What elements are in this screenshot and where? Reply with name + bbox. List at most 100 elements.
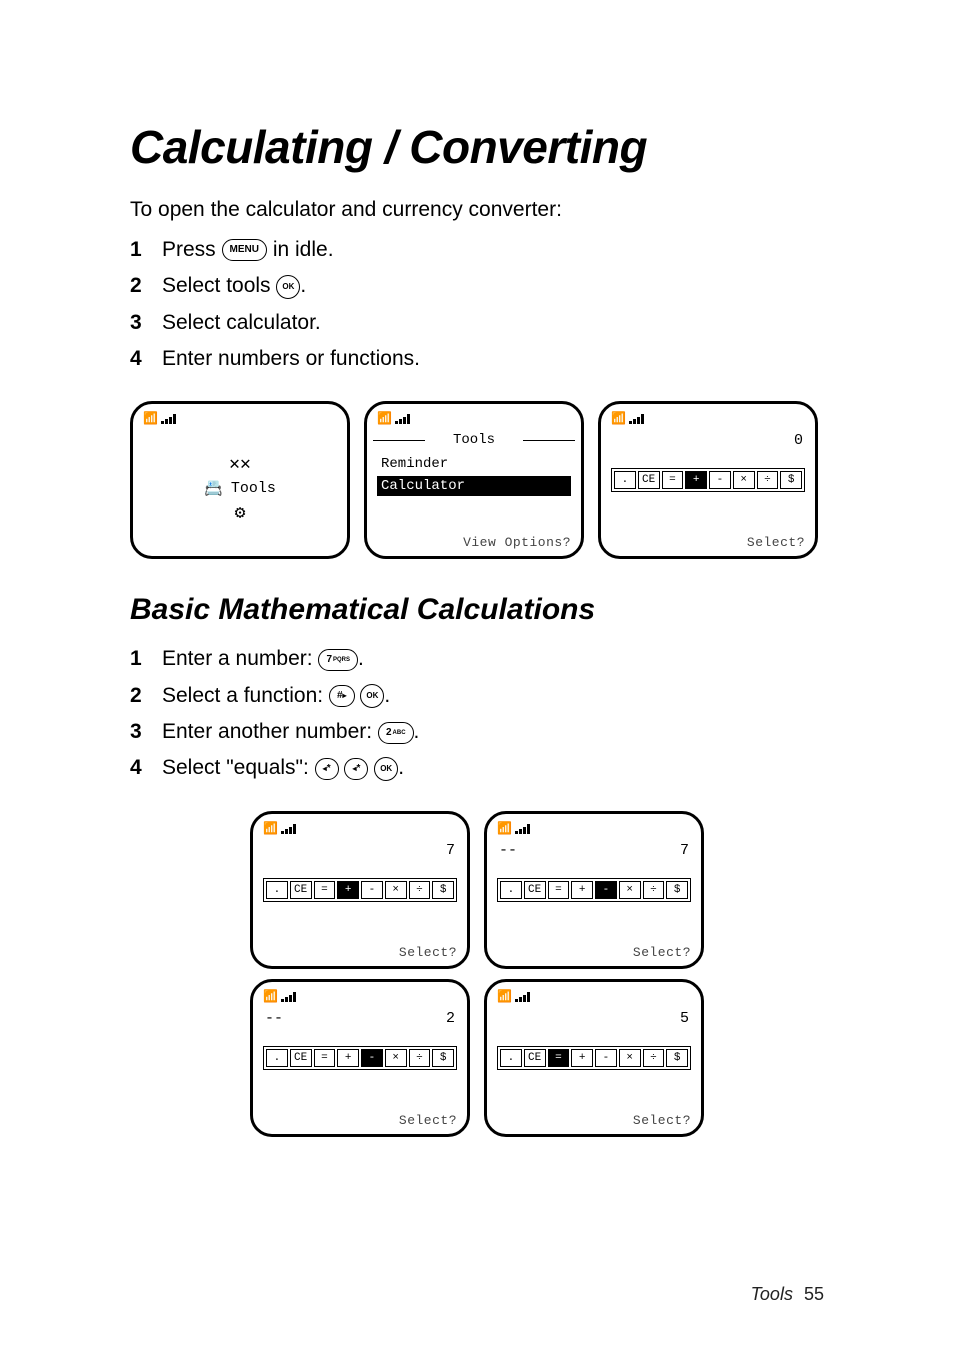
- bstep-3-text: Enter another number:: [162, 720, 372, 743]
- calc-func--: -: [361, 881, 383, 899]
- tools-frame-title: Tools: [377, 432, 571, 448]
- key-7-icon: 7PQRS: [318, 649, 358, 671]
- calc-func-=: =: [314, 881, 336, 899]
- signal-bars-icon: [515, 824, 530, 834]
- step-1-text-a: Press: [162, 238, 216, 261]
- softkey-select: Select?: [263, 1113, 457, 1128]
- step-3: Select calculator.: [130, 309, 824, 337]
- calc-op: --: [265, 1010, 285, 1027]
- softkey-view-options: View Options?: [377, 535, 571, 550]
- bstep-4-text: Select "equals":: [162, 756, 309, 779]
- calc-func-currency: $: [432, 1049, 454, 1067]
- intro-text: To open the calculator and currency conv…: [130, 198, 824, 222]
- softkey-select: Select?: [497, 945, 691, 960]
- calc-func-.: .: [500, 1049, 522, 1067]
- bstep-4: Select "equals": ◂* ◂* OK.: [130, 754, 824, 782]
- step-1-text-b: in idle.: [273, 238, 334, 261]
- calc-func-=: =: [548, 1049, 570, 1067]
- calc-func-÷: ÷: [643, 1049, 665, 1067]
- step-2-text-a: Select tools: [162, 274, 271, 297]
- signal-antenna-icon: 📶: [263, 991, 278, 1003]
- status-bar: 📶: [143, 412, 337, 426]
- calc-func-÷: ÷: [643, 881, 665, 899]
- calc-func-÷: ÷: [409, 1049, 431, 1067]
- calc-func-.: .: [266, 881, 288, 899]
- calc-value: 2: [285, 1010, 455, 1027]
- step-4: Enter numbers or functions.: [130, 345, 824, 373]
- calc-func--: -: [595, 1049, 617, 1067]
- signal-antenna-icon: 📶: [143, 413, 158, 425]
- menu-item-calculator: Calculator: [377, 476, 571, 496]
- calc-func--: -: [361, 1049, 383, 1067]
- screen-tools-list: 📶 Tools Reminder Calculator View Options…: [364, 401, 584, 559]
- footer-section: Tools: [751, 1284, 793, 1304]
- bstep-2-text: Select a function:: [162, 684, 323, 707]
- calc-func-currency: $: [432, 881, 454, 899]
- page-footer: Tools 55: [751, 1284, 824, 1305]
- menu-item-reminder: Reminder: [377, 454, 571, 474]
- key-star-left-icon: ◂*: [344, 758, 368, 780]
- calc-value: 7: [519, 842, 689, 859]
- tools-icon: 📇: [204, 479, 223, 498]
- calc-func-+: +: [571, 1049, 593, 1067]
- carousel-label: Tools: [231, 480, 276, 497]
- bstep-1-text: Enter a number:: [162, 647, 313, 670]
- bstep-1: Enter a number: 7PQRS.: [130, 645, 824, 673]
- calc-func-.: .: [500, 881, 522, 899]
- calc-func-currency: $: [666, 1049, 688, 1067]
- screen-calc-d: 📶 5 .CE=+-×÷$ Select?: [484, 979, 704, 1137]
- calc-func-row: .CE=+-×÷$: [497, 878, 691, 902]
- tools-menu: Reminder Calculator: [377, 454, 571, 496]
- softkey-select: Select?: [611, 535, 805, 550]
- signal-bars-icon: [629, 414, 644, 424]
- step-3-text: Select calculator.: [162, 309, 321, 337]
- calc-row-2: 📶 --2 .CE=+-×÷$ Select? 📶 5 .CE=+-×÷$ Se…: [130, 979, 824, 1137]
- signal-bars-icon: [281, 824, 296, 834]
- screen-calc-initial: 📶 0 .CE=+-×÷$ Select?: [598, 401, 818, 559]
- calc-func-=: =: [548, 881, 570, 899]
- calc-func-×: ×: [385, 1049, 407, 1067]
- footer-page-number: 55: [804, 1284, 824, 1304]
- calc-func-=: =: [314, 1049, 336, 1067]
- calc-func-CE: CE: [524, 1049, 546, 1067]
- menu-key-icon: MENU: [222, 239, 267, 261]
- signal-bars-icon: [515, 992, 530, 1002]
- signal-antenna-icon: 📶: [377, 413, 392, 425]
- open-steps-list: Press MENU in idle. Select tools OK. Sel…: [130, 236, 824, 373]
- step-4-text: Enter numbers or functions.: [162, 345, 420, 373]
- key-2-icon: 2ABC: [378, 722, 414, 744]
- status-bar: 📶: [377, 412, 571, 426]
- calc-func-row: .CE=+-×÷$: [497, 1046, 691, 1070]
- screen-calc-a: 📶 7 .CE=+-×÷$ Select?: [250, 811, 470, 969]
- ok-key-icon: OK: [276, 275, 300, 299]
- calc-func-×: ×: [733, 471, 755, 489]
- screen-calc-c: 📶 --2 .CE=+-×÷$ Select?: [250, 979, 470, 1137]
- calc-func-×: ×: [619, 1049, 641, 1067]
- calc-func-+: +: [685, 471, 707, 489]
- bstep-3: Enter another number: 2ABC.: [130, 718, 824, 746]
- calc-func--: -: [709, 471, 731, 489]
- calc-func--: -: [595, 881, 617, 899]
- calc-func-row: .CE=+-×÷$: [611, 468, 805, 492]
- bstep-2: Select a function: #▸ OK.: [130, 682, 824, 710]
- softkey-select: Select?: [263, 945, 457, 960]
- calc-func-CE: CE: [524, 881, 546, 899]
- calc-op: --: [499, 842, 519, 859]
- carousel-above-icon: ✕✕: [229, 453, 251, 475]
- calc-func-currency: $: [666, 881, 688, 899]
- calc-steps-list: Enter a number: 7PQRS. Select a function…: [130, 645, 824, 782]
- calc-func-row: .CE=+-×÷$: [263, 878, 457, 902]
- signal-antenna-icon: 📶: [497, 991, 512, 1003]
- signal-bars-icon: [161, 414, 176, 424]
- softkey-select: Select?: [497, 1113, 691, 1128]
- manual-page: Calculating / Converting To open the cal…: [0, 0, 954, 1345]
- calc-func-CE: CE: [638, 471, 660, 489]
- step-1: Press MENU in idle.: [130, 236, 824, 264]
- key-star-left-icon: ◂*: [315, 758, 339, 780]
- signal-bars-icon: [395, 414, 410, 424]
- calc-func-CE: CE: [290, 1049, 312, 1067]
- page-title: Calculating / Converting: [130, 120, 824, 174]
- signal-antenna-icon: 📶: [263, 823, 278, 835]
- top-screen-row: 📶 ✕✕ 📇 Tools ⚙︎ 📶 Tools Reminder: [130, 401, 824, 559]
- screen-menu-carousel: 📶 ✕✕ 📇 Tools ⚙︎: [130, 401, 350, 559]
